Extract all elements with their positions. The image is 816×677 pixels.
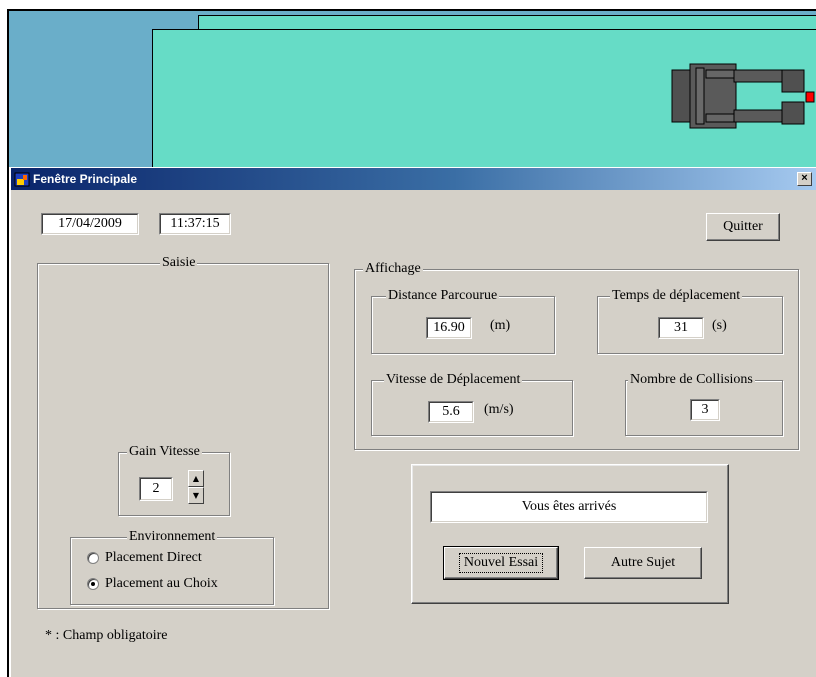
environnement-title: Environnement [127, 529, 218, 545]
distance-group: Distance Parcourue 16.90 (m) [371, 288, 555, 354]
date-value: 17/04/2009 [58, 216, 122, 231]
window-title: Fenêtre Principale [33, 172, 138, 186]
radio-checked-icon[interactable] [87, 578, 99, 590]
result-message: Vous êtes arrivés [521, 499, 617, 514]
spin-down-icon[interactable]: ▼ [188, 487, 204, 504]
distance-field: 16.90 [426, 317, 472, 339]
vitesse-title: Vitesse de Déplacement [384, 372, 523, 388]
time-value: 11:37:15 [170, 216, 220, 231]
radio-placement-direct[interactable]: Placement Direct [87, 550, 202, 566]
scene-border-top [7, 9, 816, 11]
quit-button[interactable]: Quitter [706, 213, 780, 241]
distance-unit: (m) [490, 318, 511, 333]
result-panel: Vous êtes arrivés Nouvel Essai Autre Suj… [411, 464, 729, 604]
temps-field: 31 [658, 317, 704, 339]
affichage-group: Affichage Distance Parcourue 16.90 (m) T… [354, 261, 799, 450]
environnement-group: Environnement Placement Direct Placement… [70, 529, 274, 605]
vitesse-field: 5.6 [428, 401, 474, 423]
gain-vitesse-title: Gain Vitesse [127, 444, 202, 460]
gain-value: 2 [152, 481, 160, 496]
saisie-title: Saisie [160, 255, 198, 271]
new-trial-label: Nouvel Essai [458, 553, 544, 573]
new-trial-button[interactable]: Nouvel Essai [443, 546, 559, 580]
distance-value: 16.90 [433, 320, 465, 335]
collisions-value: 3 [701, 402, 709, 417]
distance-title: Distance Parcourue [386, 288, 500, 304]
vitesse-unit: (m/s) [484, 402, 514, 417]
temps-title: Temps de déplacement [610, 288, 743, 304]
title-bar[interactable]: Fenêtre Principale × [11, 168, 816, 190]
radio-label: Placement Direct [105, 550, 202, 565]
app-icon [14, 172, 30, 187]
footer-note: * : Champ obligatoire [45, 628, 168, 643]
spin-up-icon[interactable]: ▲ [188, 470, 204, 487]
temps-group: Temps de déplacement 31 (s) [597, 288, 783, 354]
gain-input[interactable]: 2 [139, 477, 173, 501]
date-field: 17/04/2009 [41, 213, 139, 235]
collisions-title: Nombre de Collisions [628, 372, 755, 388]
time-field: 11:37:15 [159, 213, 231, 235]
result-message-box: Vous êtes arrivés [430, 491, 708, 523]
scene-border-left [7, 9, 9, 677]
radio-placement-au-choix[interactable]: Placement au Choix [87, 576, 218, 592]
gain-spinner[interactable]: ▲ ▼ [188, 470, 204, 504]
other-subject-button[interactable]: Autre Sujet [584, 547, 702, 579]
radio-label: Placement au Choix [105, 576, 218, 591]
collisions-field: 3 [690, 399, 720, 421]
close-button[interactable]: × [797, 172, 812, 186]
main-window: Fenêtre Principale × 17/04/2009 11:37:15… [11, 168, 816, 677]
radio-unchecked-icon[interactable] [87, 552, 99, 564]
collisions-group: Nombre de Collisions 3 [625, 372, 783, 436]
vitesse-value: 5.6 [442, 404, 460, 419]
temps-unit: (s) [712, 318, 727, 333]
robot-icon [671, 63, 815, 129]
gain-vitesse-group: Gain Vitesse 2 ▲ ▼ [118, 444, 230, 516]
temps-value: 31 [674, 320, 688, 335]
saisie-group: Saisie Gain Vitesse 2 ▲ ▼ Environnement … [37, 255, 329, 609]
affichage-title: Affichage [363, 261, 423, 277]
vitesse-group: Vitesse de Déplacement 5.6 (m/s) [371, 372, 573, 436]
